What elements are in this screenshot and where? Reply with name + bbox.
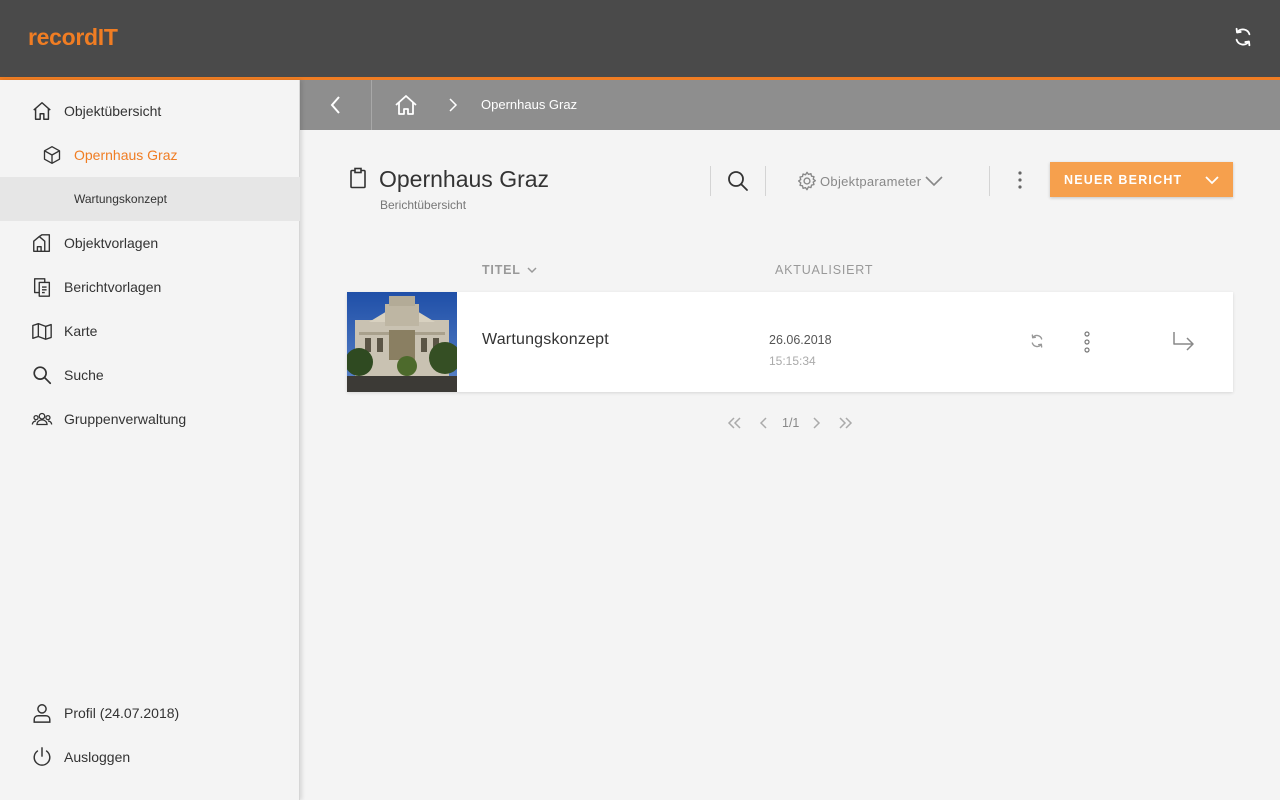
sync-icon[interactable]	[1029, 333, 1045, 349]
row-thumbnail	[347, 292, 457, 392]
gear-icon	[797, 171, 817, 191]
page-title: Opernhaus Graz	[379, 166, 550, 192]
divider	[989, 166, 990, 196]
sidebar-item-ausloggen[interactable]: Ausloggen	[0, 735, 300, 779]
new-report-label: NEUER BERICHT	[1064, 173, 1183, 187]
objektparameter-label: Objektparameter	[820, 173, 922, 189]
sidebar-item-label: Objektvorlagen	[64, 235, 159, 251]
sidebar-item-label: Opernhaus Graz	[74, 147, 178, 163]
sidebar-item-label: Ausloggen	[64, 749, 131, 765]
opera-house-image	[347, 292, 457, 392]
home-icon	[33, 102, 51, 120]
sync-icon[interactable]	[1232, 26, 1254, 48]
objektparameter-dropdown[interactable]: Objektparameter	[796, 170, 943, 192]
column-header-label: TITEL	[482, 263, 521, 277]
next-page-icon[interactable]	[810, 415, 822, 431]
clipboard-icon	[350, 167, 366, 189]
search-icon	[33, 366, 52, 385]
group-icon	[31, 412, 53, 426]
report-template-icon	[33, 278, 51, 297]
breadcrumb: Opernhaus Graz	[300, 80, 1280, 130]
sidebar-item-label: Gruppenverwaltung	[64, 411, 187, 427]
prev-page-icon[interactable]	[758, 415, 770, 431]
column-header-title[interactable]: TITEL	[482, 263, 537, 277]
cube-icon	[43, 146, 61, 164]
chevron-right-icon	[449, 98, 458, 112]
new-report-button[interactable]: NEUER BERICHT	[1050, 162, 1233, 197]
power-icon	[33, 747, 51, 766]
page-indicator: 1/1	[782, 416, 800, 430]
app-header: recordIT	[0, 0, 1280, 80]
sidebar-item-label: Suche	[64, 367, 104, 383]
divider	[765, 166, 766, 196]
app-logo: recordIT	[28, 24, 118, 50]
chevron-left-icon	[330, 96, 340, 114]
sidebar-item-label: Karte	[64, 323, 98, 339]
sidebar-item-objektuebersicht[interactable]: Objektübersicht	[0, 89, 300, 133]
table-row[interactable]: Wartungskonzept 26.06.2018 15:15:34	[347, 292, 1233, 392]
chevron-down-icon[interactable]	[1205, 175, 1219, 185]
sidebar-item-label: Berichtvorlagen	[64, 279, 162, 295]
page-subtitle: Berichtübersicht	[380, 198, 467, 212]
row-time: 15:15:34	[769, 354, 816, 368]
sidebar-item-suche[interactable]: Suche	[0, 353, 300, 397]
sidebar-item-gruppenverwaltung[interactable]: Gruppenverwaltung	[0, 397, 300, 441]
row-date: 26.06.2018	[769, 333, 832, 347]
search-icon[interactable]	[726, 169, 750, 193]
sidebar-item-label: Profil (24.07.2018)	[64, 705, 180, 721]
sidebar-item-label: Wartungskonzept	[74, 192, 167, 206]
map-icon	[32, 322, 52, 340]
user-icon	[33, 704, 51, 723]
home-icon[interactable]	[394, 94, 418, 116]
last-page-icon[interactable]	[838, 415, 854, 431]
sidebar-item-objektvorlagen[interactable]: Objektvorlagen	[0, 221, 300, 265]
sidebar: Objektübersicht Opernhaus Graz Wartungsk…	[0, 80, 300, 800]
building-template-icon	[33, 234, 51, 252]
sidebar-item-label: Objektübersicht	[64, 103, 162, 119]
row-title: Wartungskonzept	[482, 331, 609, 348]
sidebar-item-profil[interactable]: Profil (24.07.2018)	[0, 691, 300, 735]
first-page-icon[interactable]	[726, 415, 742, 431]
sidebar-item-wartungskonzept[interactable]: Wartungskonzept	[0, 177, 300, 221]
sort-chevron-icon	[527, 267, 537, 274]
sidebar-item-karte[interactable]: Karte	[0, 309, 300, 353]
column-header-updated: AKTUALISIERT	[775, 263, 874, 277]
open-arrow-icon[interactable]	[1171, 330, 1197, 354]
divider	[710, 166, 711, 196]
breadcrumb-current[interactable]: Opernhaus Graz	[481, 97, 577, 112]
back-button[interactable]	[300, 80, 372, 130]
chevron-down-icon	[925, 176, 943, 187]
sidebar-item-opernhaus-graz[interactable]: Opernhaus Graz	[0, 133, 300, 177]
more-vertical-icon[interactable]	[1014, 169, 1026, 191]
sidebar-item-berichtvorlagen[interactable]: Berichtvorlagen	[0, 265, 300, 309]
more-vertical-icon[interactable]	[1082, 330, 1092, 354]
